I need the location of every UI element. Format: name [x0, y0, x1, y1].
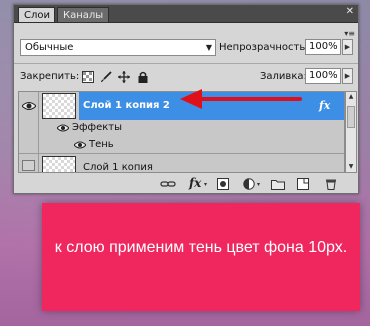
layer-thumbnail: [42, 156, 76, 172]
trash-icon[interactable]: [325, 178, 337, 190]
visibility-toggle[interactable]: [19, 92, 39, 120]
lock-transparent-icon[interactable]: [82, 71, 94, 83]
tab-layers[interactable]: Слои: [18, 7, 55, 22]
fx-icon[interactable]: fx: [189, 176, 201, 190]
adjustment-layer-icon[interactable]: [243, 178, 255, 190]
fill-label: Заливка:: [260, 71, 307, 82]
annotation-arrow: [180, 89, 302, 109]
effects-label: Эффекты: [72, 122, 122, 133]
lock-position-move-icon[interactable]: [118, 71, 130, 83]
effects-row[interactable]: Эффекты: [19, 120, 344, 137]
drop-shadow-label: Тень: [89, 139, 114, 150]
chevron-down-icon: ▾: [257, 181, 261, 188]
fill-slider-button[interactable]: ▶: [342, 68, 353, 84]
annotation-banner: к слою применим тень цвет фона 10рх.: [42, 203, 360, 311]
panel-tab-bar: Слои Каналы ✕: [14, 5, 358, 23]
chevron-down-icon: ▼: [205, 43, 212, 52]
blend-row: Обычные ▼ Непрозрачность: 100% ▶: [14, 39, 358, 61]
divider: [14, 63, 358, 64]
layer-mask-icon[interactable]: [217, 178, 229, 190]
close-panel-icon[interactable]: ✕: [346, 6, 354, 18]
layer-name[interactable]: Слой 1 копия 2: [83, 100, 170, 111]
new-layer-icon[interactable]: [297, 178, 309, 190]
opacity-label: Непрозрачность:: [219, 42, 309, 53]
blend-mode-select[interactable]: Обычные ▼: [20, 39, 216, 56]
layers-scrollbar[interactable]: ▲ ▼: [345, 91, 357, 173]
visibility-box: [22, 160, 35, 171]
lock-all-icon[interactable]: [137, 71, 149, 83]
effect-item-row[interactable]: Тень: [19, 137, 344, 154]
layer-thumbnail: [42, 93, 76, 119]
visibility-toggle[interactable]: [19, 137, 39, 153]
panel-menu-icon[interactable]: ▾≡: [344, 29, 355, 38]
visibility-toggle[interactable]: [19, 154, 39, 172]
scroll-down-icon[interactable]: ▼: [346, 162, 356, 172]
opacity-slider-button[interactable]: ▶: [342, 39, 353, 55]
scroll-thumb[interactable]: [347, 106, 355, 128]
visibility-toggle[interactable]: [19, 120, 39, 137]
lock-label: Закрепить:: [20, 71, 80, 82]
annotation-text: к слою применим тень цвет фона 10рх.: [54, 239, 348, 256]
blend-mode-value: Обычные: [25, 42, 74, 53]
chevron-down-icon: ▾: [204, 181, 208, 188]
chain-link-icon[interactable]: [160, 178, 176, 190]
tab-channels[interactable]: Каналы: [57, 7, 109, 22]
eye-icon[interactable]: [57, 124, 69, 132]
panel-bottom-toolbar: fx ▾ ▾: [14, 175, 358, 193]
layer-name[interactable]: Слой 1 копия: [83, 162, 153, 172]
fx-icon[interactable]: fx: [319, 99, 330, 112]
eye-icon: [22, 102, 36, 110]
layer-row[interactable]: Слой 1 копия: [19, 154, 344, 172]
eye-icon[interactable]: [74, 141, 86, 149]
fill-field[interactable]: 100%: [305, 68, 341, 84]
group-folder-icon[interactable]: [271, 178, 285, 190]
opacity-field[interactable]: 100%: [305, 39, 341, 55]
lock-pixels-brush-icon[interactable]: [100, 71, 112, 83]
scroll-up-icon[interactable]: ▲: [346, 92, 356, 102]
